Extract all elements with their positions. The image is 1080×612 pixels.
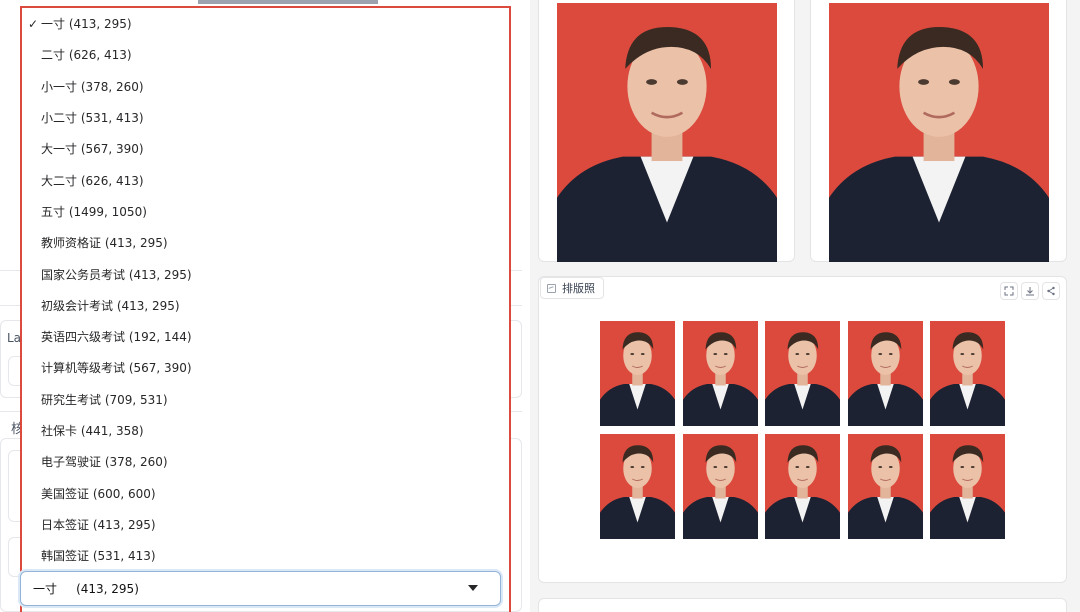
dropdown-option-label: 教师资格证 (413, 295) [41, 236, 168, 251]
dropdown-option[interactable]: 社保卡 (441, 358) [22, 415, 509, 446]
dropdown-option-label: 一寸 (413, 295) [41, 17, 132, 32]
layout-photo-tile [682, 321, 758, 426]
label-fragment: La [7, 331, 22, 345]
dropdown-option-label: 研究生考试 (709, 531) [41, 392, 168, 407]
dropdown-option-label: 初级会计考试 (413, 295) [41, 298, 180, 313]
dropdown-option-label: 大二寸 (626, 413) [41, 173, 144, 188]
dropdown-option[interactable]: 国家公务员考试 (413, 295) [22, 258, 509, 289]
dropdown-option[interactable]: 初级会计考试 (413, 295) [22, 290, 509, 321]
dropdown-option[interactable]: 英语四六级考试 (192, 144) [22, 321, 509, 352]
dropdown-option[interactable]: 美国签证 (600, 600) [22, 477, 509, 508]
dropdown-option[interactable]: 研究生考试 (709, 531) [22, 384, 509, 415]
layout-photo-tag: 排版照 [540, 277, 604, 299]
dropdown-option[interactable]: 计算机等级考试 (567, 390) [22, 352, 509, 383]
portrait-image [829, 3, 1049, 262]
dropdown-option[interactable]: 五寸 (1499, 1050) [22, 196, 509, 227]
layout-photo-label: 排版照 [562, 282, 595, 295]
standard-photo-panel [538, 0, 795, 262]
dropdown-option-label: 小二寸 (531, 413) [41, 111, 144, 126]
dropdown-option-label: 计算机等级考试 (567, 390) [41, 361, 192, 376]
standard-photo [557, 3, 777, 262]
dropdown-option-label: 社保卡 (441, 358) [41, 424, 144, 438]
layout-photo-tile [847, 321, 923, 426]
dropdown-option[interactable]: 电子驾驶证 (378, 260) [22, 446, 509, 477]
dropdown-option[interactable]: 小二寸 (531, 413) [22, 102, 509, 133]
portrait-image [557, 3, 777, 262]
size-select-value: 一寸 (413, 295) [33, 582, 139, 596]
dropdown-option-label: 日本签证 (413, 295) [41, 517, 156, 532]
layout-photo-tile [930, 434, 1005, 539]
dropdown-option-label: 二寸 (626, 413) [41, 48, 132, 63]
chevron-down-icon[interactable] [468, 585, 478, 591]
layout-photo-tile [600, 434, 675, 539]
share-button[interactable] [1042, 282, 1060, 300]
dropdown-option[interactable]: 韩国签证 (531, 413) [22, 540, 509, 571]
dropdown-option[interactable]: 日本签证 (413, 295) [22, 509, 509, 540]
image-icon [547, 283, 556, 293]
share-icon [1047, 286, 1055, 296]
dropdown-option[interactable]: 教师资格证 (413, 295) [22, 227, 509, 258]
download-button[interactable] [1021, 282, 1039, 300]
layout-photo-tile [600, 321, 675, 426]
dropdown-option[interactable]: 小一寸 (378, 260) [22, 71, 509, 102]
dropdown-option[interactable]: 大二寸 (626, 413) [22, 164, 509, 195]
fullscreen-icon [1004, 286, 1014, 296]
dropdown-option-label: 电子驾驶证 (378, 260) [41, 455, 168, 470]
dropdown-option[interactable]: ✓ 一寸 (413, 295) [22, 8, 509, 39]
layout-photo-tile [682, 434, 758, 539]
hd-photo-panel [810, 0, 1067, 262]
dropdown-option-label: 美国签证 (600, 600) [41, 486, 156, 501]
layout-photo-tile [930, 321, 1005, 426]
scroll-indicator [198, 0, 378, 4]
dropdown-option-label: 韩国签证 (531, 413) [41, 549, 156, 564]
dropdown-option-label: 大一寸 (567, 390) [41, 142, 144, 157]
dropdown-option-label: 国家公务员考试 (413, 295) [41, 267, 192, 282]
dropdown-option[interactable]: 大一寸 (567, 390) [22, 133, 509, 164]
size-dropdown-list[interactable]: ✓ 一寸 (413, 295) 二寸 (626, 413) 小一寸 (378, 260… [20, 6, 511, 576]
next-panel [538, 598, 1067, 612]
dropdown-option[interactable]: 二寸 (626, 413) [22, 39, 509, 70]
dropdown-option-label: 五寸 (1499, 1050) [41, 204, 147, 219]
size-select[interactable]: 一寸 (413, 295) [20, 571, 501, 606]
layout-photo-tile [765, 434, 840, 539]
hd-photo [829, 3, 1049, 262]
layout-photo-tile [765, 321, 840, 426]
layout-photo-tile [847, 434, 923, 539]
dropdown-border [509, 570, 511, 612]
fullscreen-button[interactable] [1000, 282, 1018, 300]
dropdown-option-label: 小一寸 (378, 260) [41, 79, 144, 94]
dropdown-option-label: 英语四六级考试 (192, 144) [41, 330, 192, 345]
download-icon [1026, 287, 1034, 296]
check-icon: ✓ [28, 16, 39, 31]
